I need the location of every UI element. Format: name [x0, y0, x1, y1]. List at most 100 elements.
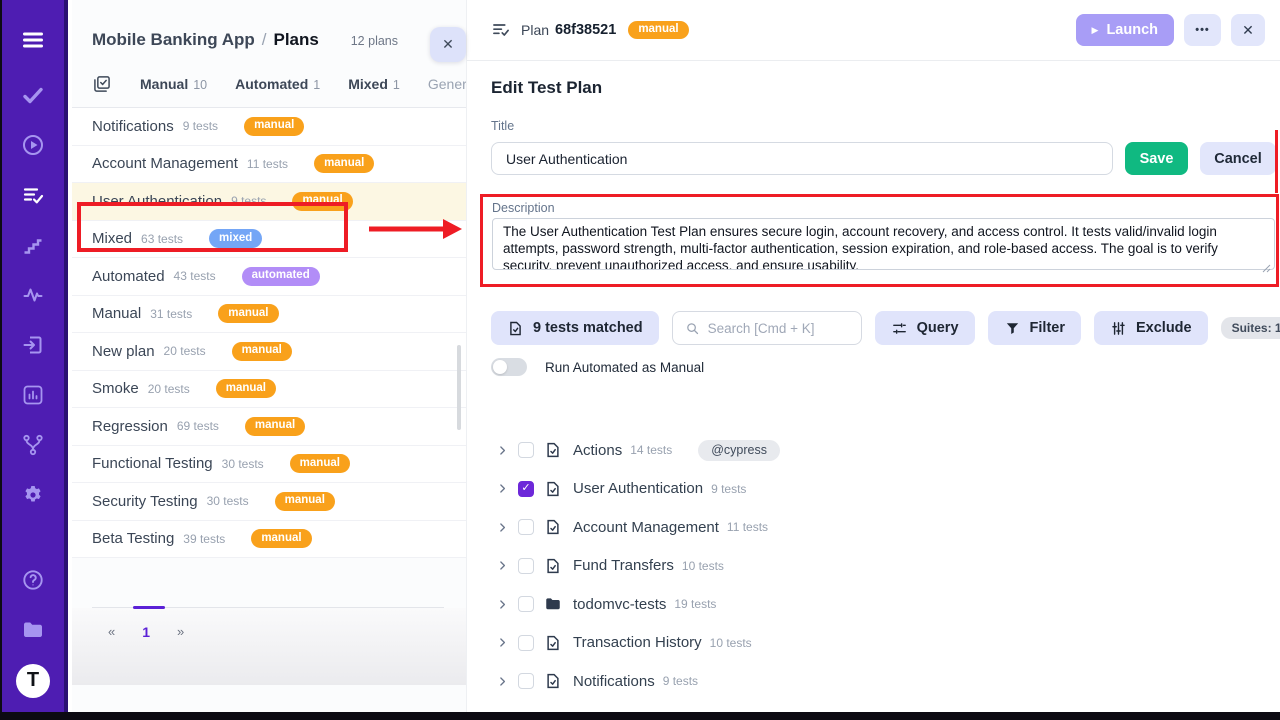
plan-type-badge: manual [292, 192, 352, 211]
cancel-button[interactable]: Cancel [1200, 142, 1276, 175]
suite-row[interactable]: ✓ Notifications 9 tests [491, 662, 1276, 701]
plans-count: 12 plans [337, 34, 398, 48]
plan-row[interactable]: Automated 43 tests automated [72, 258, 466, 296]
save-button[interactable]: Save [1125, 142, 1188, 175]
suite-row[interactable]: ✓ todomvc-tests 19 tests [491, 585, 1276, 624]
launch-button[interactable]: ▶ Launch [1076, 14, 1174, 46]
pagination-last-button[interactable]: » [177, 624, 184, 639]
suite-list: ✓ Actions 14 tests @cypress ✓ User Authe… [491, 431, 1276, 712]
plan-row[interactable]: User Authentication 9 tests manual [72, 183, 466, 221]
plan-type-badge: manual [290, 454, 350, 473]
chevron-right-icon[interactable] [496, 444, 509, 457]
plan-row[interactable]: Regression 69 tests manual [72, 408, 466, 446]
run-automated-toggle[interactable] [491, 358, 527, 376]
search-input[interactable] [708, 321, 849, 336]
menu-icon[interactable] [17, 24, 49, 56]
plan-row[interactable]: Notifications 9 tests manual [72, 108, 466, 146]
query-button[interactable]: Query [875, 311, 975, 345]
suite-checkbox[interactable]: ✓ [518, 519, 534, 535]
suite-file-icon [544, 634, 562, 652]
select-plans-icon[interactable] [92, 74, 112, 94]
title-label: Title [491, 119, 1276, 133]
activity-icon[interactable] [19, 281, 47, 309]
plan-row[interactable]: Manual 31 tests manual [72, 296, 466, 334]
chevron-right-icon[interactable] [496, 521, 509, 534]
plan-row[interactable]: Mixed 63 tests mixed [72, 221, 466, 259]
suite-checkbox[interactable]: ✓ [518, 596, 534, 612]
plan-row[interactable]: Smoke 20 tests manual [72, 371, 466, 409]
test-plans-icon[interactable] [19, 181, 47, 209]
exclude-button[interactable]: Exclude [1094, 311, 1208, 345]
steps-icon[interactable] [19, 231, 47, 259]
plan-row[interactable]: Security Testing 30 tests manual [72, 483, 466, 521]
reports-icon[interactable] [19, 381, 47, 409]
breadcrumb-separator: / [262, 30, 267, 50]
suite-file-icon [544, 672, 562, 690]
chevron-right-icon[interactable] [496, 598, 509, 611]
pagination-divider [92, 607, 444, 608]
chevron-right-icon[interactable] [496, 636, 509, 649]
suite-checkbox[interactable]: ✓ [518, 442, 534, 458]
suite-row[interactable]: ✓ [491, 701, 1276, 713]
filter-button[interactable]: Filter [988, 311, 1081, 345]
plan-type-badge: manual [314, 154, 374, 173]
plans-header: Mobile Banking App / Plans 12 plans [72, 0, 466, 50]
pagination-first-button[interactable]: « [108, 624, 115, 639]
plan-id: 68f38521 [555, 22, 616, 38]
plans-close-button[interactable]: ✕ [430, 27, 466, 62]
plans-tab[interactable]: Mixed 1 [348, 76, 400, 92]
import-run-icon[interactable] [19, 331, 47, 359]
plan-type-badge: manual [216, 379, 276, 398]
plans-scrollbar[interactable] [457, 345, 461, 430]
app-root: T Mobile Banking App / Plans 12 plans Ma… [0, 0, 1280, 712]
suite-file-icon [544, 557, 562, 575]
plan-badge: manual [628, 21, 688, 40]
search-icon [685, 321, 700, 336]
suite-checkbox[interactable]: ✓ [518, 481, 534, 497]
plan-type-badge: manual [232, 342, 292, 361]
more-options-button[interactable]: ••• [1184, 14, 1221, 46]
plans-tab[interactable]: Manual 10 [140, 76, 207, 92]
check-icon[interactable] [19, 81, 47, 109]
plan-type-badge: manual [244, 117, 304, 136]
filter-funnel-icon [1004, 320, 1021, 337]
settings-gear-icon[interactable] [19, 481, 47, 509]
plans-tab[interactable]: Gener [428, 76, 466, 92]
suite-file-icon [544, 480, 562, 498]
panel-close-button[interactable]: ✕ [1231, 14, 1265, 46]
suite-checkbox[interactable]: ✓ [518, 635, 534, 651]
pagination-page-1[interactable]: 1 [142, 624, 150, 640]
suite-row[interactable]: ✓ Transaction History 10 tests [491, 624, 1276, 663]
suites-count-badge: Suites: 1 [1221, 317, 1280, 339]
query-sliders-icon [891, 320, 908, 337]
help-icon[interactable] [19, 566, 47, 594]
branch-icon[interactable] [19, 431, 47, 459]
plan-row[interactable]: Account Management 11 tests manual [72, 146, 466, 184]
chevron-right-icon[interactable] [496, 559, 509, 572]
chevron-right-icon[interactable] [496, 482, 509, 495]
play-circle-icon[interactable] [19, 131, 47, 159]
plan-row[interactable]: Beta Testing 39 tests manual [72, 521, 466, 559]
projects-folder-icon[interactable] [19, 616, 47, 644]
pagination-active-indicator [133, 606, 165, 609]
description-textarea[interactable]: The User Authentication Test Plan ensure… [492, 218, 1275, 270]
suite-row[interactable]: ✓ Actions 14 tests @cypress [491, 431, 1276, 470]
suite-row[interactable]: ✓ User Authentication 9 tests [491, 470, 1276, 509]
breadcrumb-project[interactable]: Mobile Banking App [92, 30, 255, 50]
form-heading: Edit Test Plan [491, 78, 1276, 98]
app-logo[interactable]: T [16, 664, 50, 698]
plan-detail-panel: Plan 68f38521 manual ▶ Launch ••• ✕ Edit… [466, 0, 1280, 712]
plan-row[interactable]: Functional Testing 30 tests manual [72, 446, 466, 484]
search-box [672, 311, 862, 345]
suite-row[interactable]: ✓ Fund Transfers 10 tests [491, 547, 1276, 586]
tests-matched-button[interactable]: 9 tests matched [491, 311, 659, 345]
suite-checkbox[interactable]: ✓ [518, 558, 534, 574]
title-input[interactable] [491, 142, 1113, 175]
suite-row[interactable]: ✓ Account Management 11 tests [491, 508, 1276, 547]
plan-row[interactable]: New plan 20 tests manual [72, 333, 466, 371]
chevron-right-icon[interactable] [496, 675, 509, 688]
plans-tab[interactable]: Automated 1 [235, 76, 320, 92]
suite-checkbox[interactable]: ✓ [518, 673, 534, 689]
plan-type-badge: manual [275, 492, 335, 511]
sidebar: T [0, 0, 68, 712]
